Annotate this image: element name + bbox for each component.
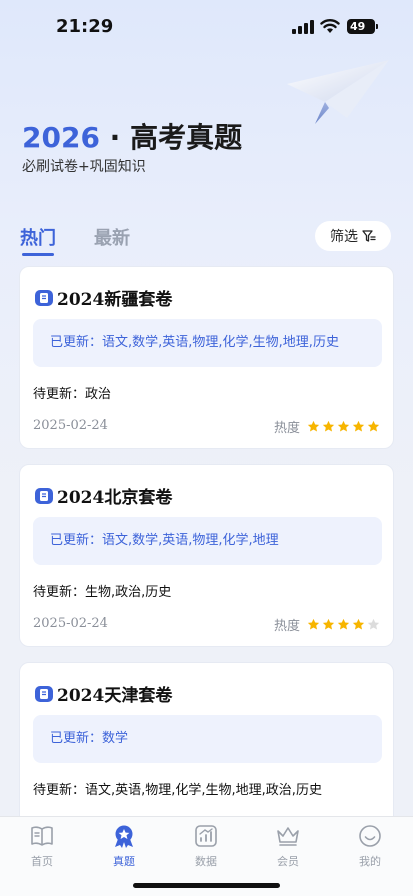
star-filled-icon (352, 618, 365, 630)
paper-badge-icon (35, 685, 53, 702)
nav-label-home: 首页 (31, 855, 53, 868)
star-filled-icon (322, 420, 335, 432)
pending-list: 语文,英语,物理,化学,生物,地理,政治,历史 (85, 783, 322, 798)
battery-level: 49 (350, 20, 366, 33)
updated-subjects: 已更新：语文,数学,英语,物理,化学,地理 (33, 517, 382, 565)
paper-card[interactable]: 2024新疆套卷 已更新：语文,数学,英语,物理,化学,生物,地理,历史 待更新… (19, 266, 394, 449)
pending-subjects: 待更新：语文,英语,物理,化学,生物,地理,政治,历史 (33, 779, 322, 798)
home-indicator (133, 883, 280, 888)
updated-list: 语文,数学,英语,物理,化学,地理 (102, 533, 279, 548)
pending-subjects: 待更新：生物,政治,历史 (33, 581, 171, 600)
paper-list[interactable]: 2024新疆套卷 已更新：语文,数学,英语,物理,化学,生物,地理,历史 待更新… (0, 266, 413, 816)
star-filled-icon (307, 420, 320, 432)
card-date: 2025-02-24 (33, 616, 108, 631)
updated-label: 已更新： (50, 533, 103, 548)
page-title-year: 2026 (22, 121, 100, 154)
updated-list: 语文,数学,英语,物理,化学,生物,地理,历史 (102, 335, 339, 350)
pending-subjects: 待更新：政治 (33, 383, 111, 402)
status-bar: 21:29 49 (0, 0, 413, 54)
nav-label-data: 数据 (195, 855, 217, 868)
star-filled-icon (337, 420, 350, 432)
star-filled-icon (307, 618, 320, 630)
paper-badge-icon (35, 487, 53, 504)
heat-rating: 热度 (274, 417, 380, 436)
heat-rating: 热度 (274, 615, 380, 634)
star-filled-icon (352, 420, 365, 432)
updated-label: 已更新： (50, 731, 103, 746)
updated-list: 数学 (102, 731, 129, 746)
heat-label: 热度 (273, 421, 300, 436)
page-subtitle: 必刷试卷+巩固知识 (22, 159, 146, 175)
card-title: 2024北京套卷 (57, 488, 173, 508)
nav-item-member[interactable]: 会员 (258, 823, 318, 869)
medal-icon (115, 825, 133, 848)
tab-hot[interactable]: 热门 (20, 224, 56, 250)
updated-subjects: 已更新：语文,数学,英语,物理,化学,生物,地理,历史 (33, 319, 382, 367)
smiley-icon (359, 825, 381, 847)
nav-label-member: 会员 (277, 855, 299, 868)
chart-icon (195, 825, 217, 847)
status-time: 21:29 (56, 16, 114, 37)
card-title: 2024新疆套卷 (57, 290, 173, 310)
wifi-icon (320, 19, 340, 33)
filter-label: 筛选 (330, 229, 358, 245)
pending-label: 待更新： (33, 585, 86, 600)
nav-item-profile[interactable]: 我的 (340, 823, 400, 869)
crown-icon (277, 827, 299, 846)
star-filled-icon (367, 420, 380, 432)
paper-card[interactable]: 2024北京套卷 已更新：语文,数学,英语,物理,化学,地理 待更新：生物,政治… (19, 464, 394, 647)
star-filled-icon (322, 618, 335, 630)
heat-label: 热度 (273, 619, 300, 634)
cellular-signal-icon (292, 20, 314, 34)
star-filled-icon (337, 618, 350, 630)
pending-list: 政治 (85, 387, 112, 402)
page-title-text: · 高考真题 (99, 121, 243, 154)
nav-item-home[interactable]: 首页 (12, 823, 72, 869)
pending-list: 生物,政治,历史 (85, 585, 172, 600)
paper-plane-icon (287, 60, 389, 124)
nav-item-exams[interactable]: 真题 (94, 823, 154, 869)
card-date: 2025-02-24 (33, 418, 108, 433)
nav-label-exams: 真题 (113, 855, 135, 868)
page-title: 2026 · 高考真题 (22, 116, 242, 156)
nav-label-profile: 我的 (359, 855, 381, 868)
pending-label: 待更新： (33, 387, 86, 402)
paper-card[interactable]: 2024天津套卷 已更新：数学 待更新：语文,英语,物理,化学,生物,地理,政治… (19, 662, 394, 816)
pending-label: 待更新： (33, 783, 86, 798)
tab-latest[interactable]: 最新 (94, 224, 130, 250)
nav-item-data[interactable]: 数据 (176, 823, 236, 869)
paper-badge-icon (35, 289, 53, 306)
filter-button[interactable]: 筛选 (315, 221, 391, 251)
filter-icon (362, 230, 376, 242)
battery-icon: 49 (347, 19, 378, 34)
book-icon (31, 826, 53, 846)
tab-active-indicator (22, 253, 54, 256)
updated-label: 已更新： (50, 335, 103, 350)
star-empty-icon (367, 618, 380, 630)
updated-subjects: 已更新：数学 (33, 715, 382, 763)
card-title: 2024天津套卷 (57, 686, 173, 706)
